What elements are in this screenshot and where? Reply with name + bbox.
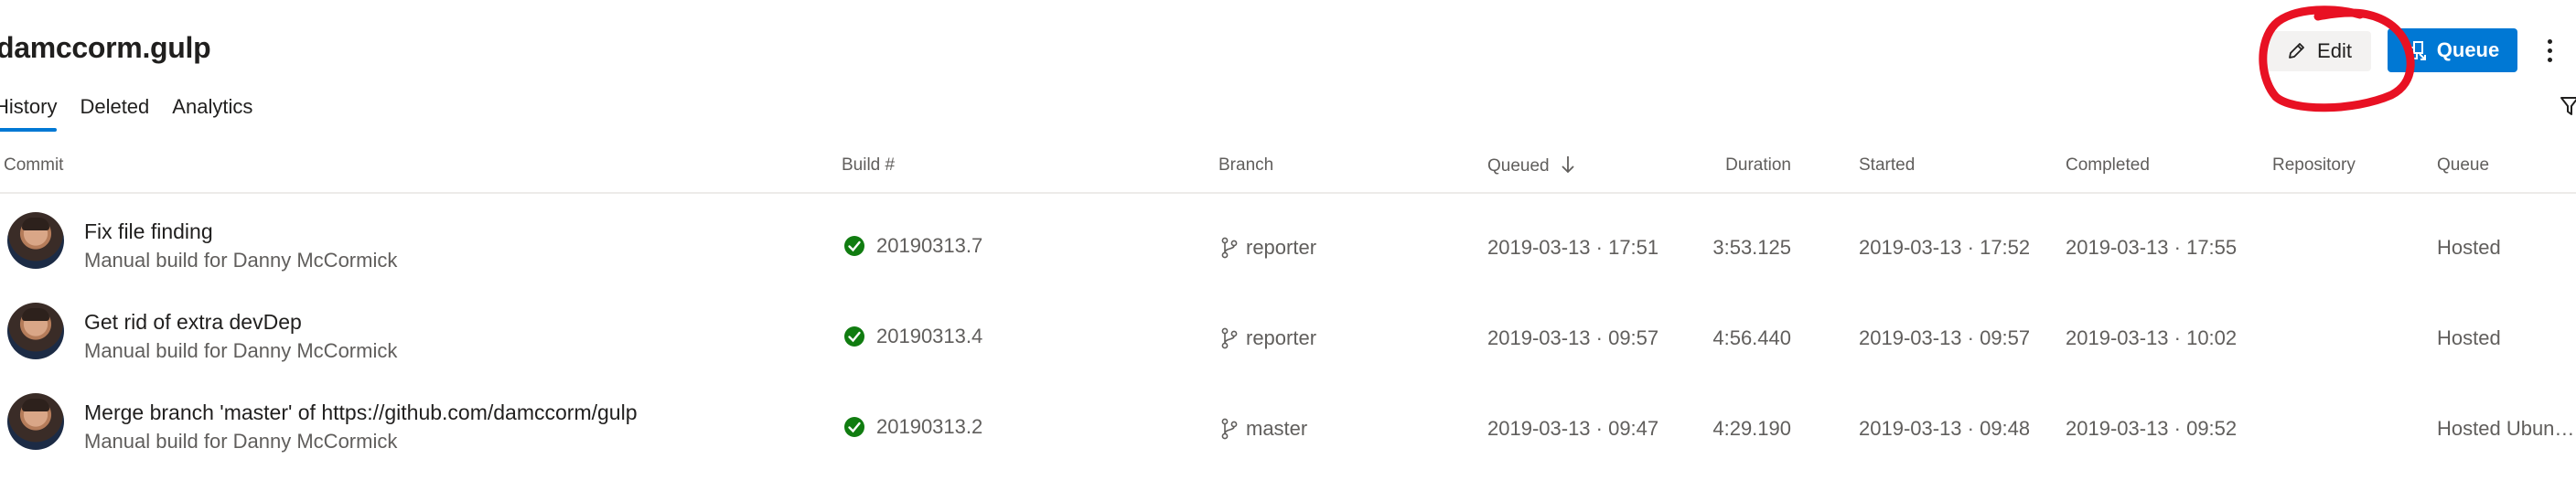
completed-time: 2019-03-13 · 09:52 [2066, 417, 2238, 440]
branch-label: reporter [1246, 326, 1317, 349]
branch-icon [1221, 237, 1238, 259]
queued-time: 2019-03-13 · 09:47 [1487, 417, 1659, 440]
build-number[interactable]: 20190313.7 [843, 234, 982, 258]
avatar [7, 393, 64, 450]
started-time: 2019-03-13 · 17:52 [1859, 236, 2031, 259]
commit-subtitle: Manual build for Danny McCormick [84, 339, 398, 362]
pencil-icon [2289, 43, 2304, 59]
success-check-icon [844, 326, 864, 347]
sort-descending-icon [1562, 156, 1574, 174]
build-number-label: 20190313.2 [876, 415, 983, 438]
queue-name: Hosted Ubuntu 1604 [2437, 417, 2576, 440]
tab-bar: History Deleted Analytics [0, 95, 252, 132]
queue-build-icon [2407, 41, 2426, 60]
column-started[interactable]: Started [1859, 155, 1915, 176]
column-branch[interactable]: Branch [1218, 155, 1273, 176]
column-build-number[interactable]: Build # [842, 155, 895, 176]
queue-name: Hosted [2437, 326, 2501, 349]
commit-title: Get rid of extra devDep [84, 310, 302, 334]
table-row[interactable]: Fix file finding Manual build for Danny … [0, 194, 2576, 284]
table-row[interactable]: Get rid of extra devDep Manual build for… [0, 284, 2576, 375]
completed-time: 2019-03-13 · 17:55 [2066, 236, 2238, 259]
success-check-icon [844, 417, 864, 437]
table-header: Commit Build # Branch Queued Duration St… [0, 150, 2576, 194]
more-actions-button[interactable] [2536, 29, 2563, 71]
branch-label: master [1246, 417, 1308, 440]
build-number-label: 20190313.7 [876, 234, 983, 257]
avatar [7, 212, 64, 269]
branch[interactable]: reporter [1220, 326, 1316, 350]
duration: 4:56.440 [1712, 326, 1791, 349]
success-check-icon [844, 236, 864, 256]
column-queue[interactable]: Queue [2437, 155, 2489, 176]
started-time: 2019-03-13 · 09:57 [1859, 326, 2031, 349]
edit-button-label: Edit [2317, 39, 2352, 62]
commit-title: Fix file finding [84, 219, 213, 243]
duration: 3:53.125 [1712, 236, 1791, 259]
page-title: damccorm.gulp [0, 31, 211, 64]
completed-time: 2019-03-13 · 10:02 [2066, 326, 2238, 349]
branch-icon [1221, 418, 1238, 440]
commit-subtitle: Manual build for Danny McCormick [84, 249, 398, 272]
commit-subtitle: Manual build for Danny McCormick [84, 430, 398, 453]
branch[interactable]: master [1220, 417, 1307, 441]
column-commit[interactable]: Commit [4, 155, 63, 176]
queued-time: 2019-03-13 · 09:57 [1487, 326, 1659, 349]
branch-icon [1221, 327, 1238, 349]
queue-button[interactable]: Queue [2388, 28, 2517, 72]
tab-history[interactable]: History [0, 95, 58, 132]
filter-icon[interactable] [2560, 95, 2576, 117]
avatar [7, 303, 64, 359]
started-time: 2019-03-13 · 09:48 [1859, 417, 2031, 440]
duration: 4:29.190 [1712, 417, 1791, 440]
branch-label: reporter [1246, 236, 1317, 259]
edit-button[interactable]: Edit [2267, 31, 2371, 71]
column-queued-label: Queued [1487, 156, 1550, 176]
queue-button-label: Queue [2436, 38, 2500, 61]
table-row[interactable]: Merge branch 'master' of https://github.… [0, 375, 2576, 465]
build-number-label: 20190313.4 [876, 325, 983, 347]
tab-analytics[interactable]: Analytics [172, 95, 252, 132]
column-repository[interactable]: Repository [2272, 155, 2356, 176]
build-number[interactable]: 20190313.2 [843, 415, 982, 439]
queue-name: Hosted [2437, 236, 2501, 259]
queued-time: 2019-03-13 · 17:51 [1487, 236, 1659, 259]
column-queued[interactable]: Queued [1487, 155, 1574, 176]
tab-deleted[interactable]: Deleted [80, 95, 149, 132]
build-number[interactable]: 20190313.4 [843, 325, 982, 348]
commit-title: Merge branch 'master' of https://github.… [84, 400, 638, 424]
column-duration[interactable]: Duration [1700, 155, 1791, 176]
more-vertical-icon [2547, 38, 2552, 44]
column-completed[interactable]: Completed [2066, 155, 2150, 176]
branch[interactable]: reporter [1220, 236, 1316, 260]
